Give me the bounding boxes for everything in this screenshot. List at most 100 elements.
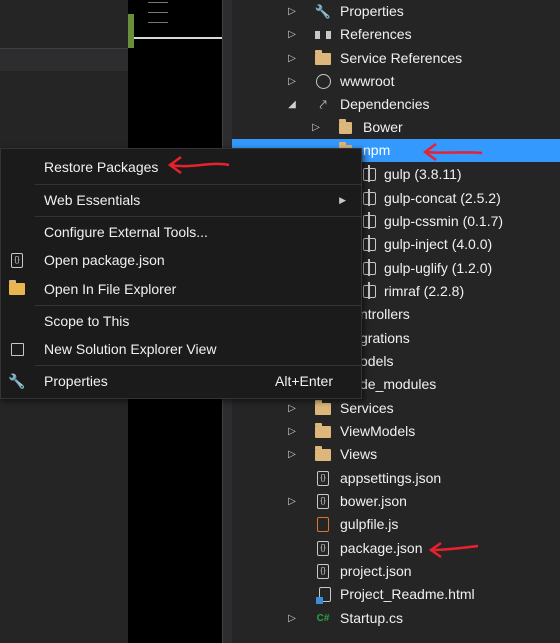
package-icon <box>336 118 354 136</box>
tree-item-properties[interactable]: ▷ 🔧 Properties <box>232 0 560 23</box>
globe-icon <box>314 73 332 90</box>
menu-item-label: Open In File Explorer <box>44 281 177 297</box>
expand-arrow-icon[interactable]: ▷ <box>285 607 299 630</box>
tree-item-label: npm <box>363 142 391 158</box>
menu-item-scope-to-this[interactable]: Scope to This <box>2 308 360 334</box>
html-file-icon <box>316 586 334 604</box>
tree-item-label: Views <box>340 446 378 462</box>
tree-item-project-readme[interactable]: Project_Readme.html <box>232 583 560 606</box>
folder-icon <box>314 445 332 463</box>
minimap-text <box>148 2 168 24</box>
menu-separator <box>35 305 361 306</box>
expand-arrow-icon[interactable]: ▷ <box>285 443 299 466</box>
tree-item-label: ViewModels <box>340 423 416 439</box>
menu-item-configure-external-tools[interactable]: Configure External Tools... <box>2 219 360 245</box>
tree-item-bower-json[interactable]: ▷ {} bower.json <box>232 490 560 513</box>
submenu-arrow-icon: ▶ <box>339 195 346 205</box>
tree-item-dependencies[interactable]: ◢ ⤤ Dependencies <box>232 93 560 116</box>
tree-item-label: Properties <box>340 3 404 19</box>
tree-item-label: wwwroot <box>340 73 395 89</box>
collapse-arrow-icon[interactable]: ◢ <box>285 93 299 116</box>
annotation-arrow-restore-packages <box>167 155 230 175</box>
js-file-icon <box>314 516 332 533</box>
wrench-icon: 🔧 <box>8 373 26 389</box>
menu-item-label: Web Essentials <box>44 192 141 208</box>
expand-arrow-icon[interactable]: ▷ <box>309 116 323 139</box>
editor-tab-band <box>0 49 128 71</box>
tree-item-startup-cs[interactable]: ▷ C# Startup.cs <box>232 607 560 630</box>
tree-item-label: Service References <box>340 50 463 66</box>
annotation-arrow-package-json <box>428 541 479 559</box>
menu-item-label: Configure External Tools... <box>44 224 208 240</box>
tree-item-label: grations <box>360 330 410 346</box>
menu-separator <box>35 365 361 366</box>
tree-item-views[interactable]: ▷ Views <box>232 443 560 466</box>
menu-item-shortcut: Alt+Enter <box>275 373 333 389</box>
tree-item-label: gulp-uglify (1.2.0) <box>384 260 493 276</box>
menu-separator <box>35 184 361 185</box>
tree-item-label: bower.json <box>340 493 407 509</box>
menu-item-label: Restore Packages <box>44 159 159 175</box>
tree-item-label: gulp-concat (2.5.2) <box>384 190 501 206</box>
tree-item-label: gulp-inject (4.0.0) <box>384 236 493 252</box>
menu-item-label: New Solution Explorer View <box>44 341 217 357</box>
minimap-viewport-line <box>134 37 222 39</box>
tree-item-service-references[interactable]: ▷ Service References <box>232 47 560 70</box>
tree-item-label: gulpfile.js <box>340 516 399 532</box>
package-icon <box>360 259 378 277</box>
menu-item-properties[interactable]: 🔧 Properties Alt+Enter <box>2 368 360 394</box>
tree-item-label: ntrollers <box>360 306 410 322</box>
menu-item-label: Scope to This <box>44 313 130 329</box>
expand-arrow-icon[interactable]: ▷ <box>285 70 299 93</box>
expand-arrow-icon[interactable]: ▷ <box>285 397 299 420</box>
tree-item-package-json[interactable]: {} package.json <box>232 537 560 560</box>
wrench-icon: 🔧 <box>314 4 332 19</box>
json-file-icon: {} <box>314 540 332 557</box>
tree-item-label: rimraf (2.2.8) <box>384 283 465 299</box>
menu-item-web-essentials[interactable]: Web Essentials ▶ <box>2 187 360 213</box>
tree-item-label: Dependencies <box>340 96 430 112</box>
tree-item-label: appsettings.json <box>340 470 442 486</box>
folder-icon <box>314 422 332 440</box>
tree-item-viewmodels[interactable]: ▷ ViewModels <box>232 420 560 443</box>
tree-item-label: References <box>340 26 412 42</box>
folder-icon <box>314 49 332 67</box>
tree-item-label: odels <box>360 353 394 369</box>
tree-item-bower[interactable]: ▷ Bower <box>232 116 560 139</box>
tree-item-label: de_modules <box>360 376 437 392</box>
annotation-arrow-npm <box>422 142 483 162</box>
tree-item-label: project.json <box>340 563 412 579</box>
package-icon <box>360 235 378 253</box>
tree-item-label: Project_Readme.html <box>340 586 475 602</box>
csharp-file-icon: C# <box>316 613 330 624</box>
tree-item-services[interactable]: ▷ Services <box>232 397 560 420</box>
expand-arrow-icon[interactable]: ▷ <box>285 490 299 513</box>
expand-arrow-icon[interactable]: ▷ <box>285 47 299 70</box>
package-icon <box>360 189 378 207</box>
menu-item-label: Properties <box>44 373 108 389</box>
menu-item-new-solution-explorer-view[interactable]: New Solution Explorer View <box>2 336 360 362</box>
expand-arrow-icon[interactable]: ▷ <box>285 23 299 46</box>
tree-item-wwwroot[interactable]: ▷ wwwroot <box>232 70 560 93</box>
dependencies-icon: ⤤ <box>319 97 327 112</box>
npm-json-icon: {} <box>8 252 26 268</box>
json-file-icon: {} <box>314 493 332 510</box>
tree-item-label: package.json <box>340 540 423 556</box>
tree-item-label: Startup.cs <box>340 610 404 626</box>
package-icon <box>360 282 378 300</box>
expand-arrow-icon[interactable]: ▷ <box>285 420 299 443</box>
tree-item-references[interactable]: ▷ References <box>232 23 560 46</box>
package-icon <box>360 165 378 183</box>
folder-icon <box>314 399 332 417</box>
menu-item-open-package-json[interactable]: {} Open package.json <box>2 247 360 273</box>
json-file-icon: {} <box>314 563 332 580</box>
new-view-icon <box>8 341 26 357</box>
tree-item-gulpfile-js[interactable]: gulpfile.js <box>232 513 560 536</box>
tree-item-project-json[interactable]: {} project.json <box>232 560 560 583</box>
tree-item-label: gulp (3.8.11) <box>384 166 462 182</box>
tree-item-appsettings-json[interactable]: {} appsettings.json <box>232 467 560 490</box>
package-icon <box>360 212 378 230</box>
menu-item-open-in-file-explorer[interactable]: Open In File Explorer <box>2 276 360 302</box>
menu-item-label: Open package.json <box>44 252 165 268</box>
expand-arrow-icon[interactable]: ▷ <box>285 0 299 23</box>
